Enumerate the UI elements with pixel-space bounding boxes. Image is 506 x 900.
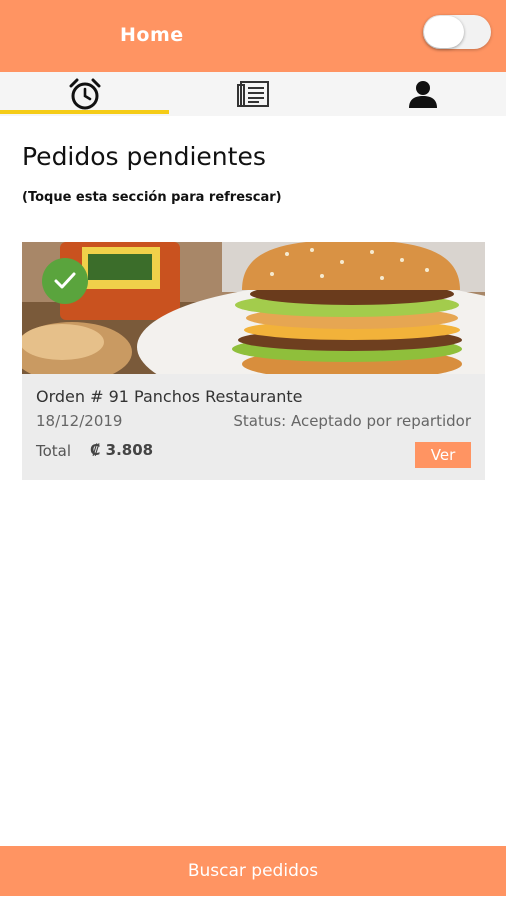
tab-indicator — [0, 110, 169, 114]
checkmark-icon — [42, 258, 88, 304]
app-bar-title: Home — [120, 24, 184, 46]
section-title: Pedidos pendientes — [22, 142, 266, 171]
view-order-button[interactable]: Ver — [415, 442, 471, 468]
order-total-label: Total — [36, 442, 72, 460]
app-bar: Home — [0, 0, 506, 72]
person-icon — [406, 79, 440, 109]
order-title: Orden # 91 Panchos Restaurante — [36, 387, 303, 406]
tab-orders-list[interactable] — [169, 72, 338, 116]
toggle-knob — [424, 16, 464, 48]
order-date: 18/12/2019 — [36, 412, 123, 430]
refresh-hint[interactable]: (Toque esta sección para refrescar) — [22, 190, 282, 205]
order-total-value: ₡ 3.808 — [90, 441, 154, 459]
order-status: Status: Aceptado por repartidor — [233, 412, 471, 430]
alarm-clock-icon — [68, 78, 102, 110]
tab-profile[interactable] — [338, 72, 506, 116]
toggle-switch[interactable] — [423, 15, 491, 49]
search-orders-button[interactable]: Buscar pedidos — [0, 846, 506, 896]
order-card[interactable]: Orden # 91 Panchos Restaurante 18/12/201… — [22, 242, 485, 480]
document-list-icon — [236, 79, 271, 109]
burger-photo — [22, 242, 485, 374]
